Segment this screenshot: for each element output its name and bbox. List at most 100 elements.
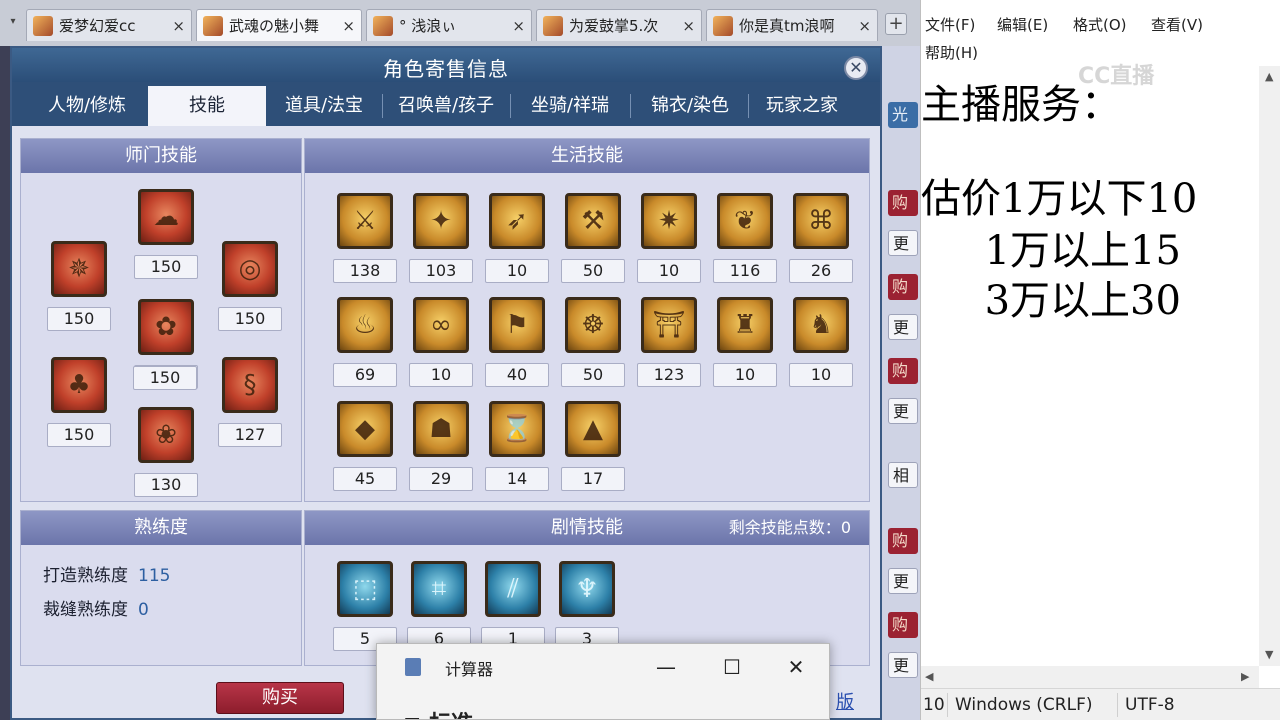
buy-button[interactable]: 购买 bbox=[216, 682, 344, 714]
side-buy-button[interactable]: 购 bbox=[888, 274, 918, 300]
tab-character[interactable]: 人物/修炼 bbox=[22, 86, 152, 126]
skill-level: 26 bbox=[789, 259, 853, 283]
side-more-button[interactable]: 更 bbox=[888, 230, 918, 256]
dialog-title: 角色寄售信息 bbox=[383, 57, 509, 81]
skill-level: 10 bbox=[637, 259, 701, 283]
close-button[interactable]: ✕ bbox=[781, 652, 811, 682]
menu-format[interactable]: 格式(O) bbox=[1073, 14, 1127, 35]
tornado-icon: ☁ bbox=[138, 189, 194, 245]
scroll-down-icon[interactable]: ▼ bbox=[1265, 648, 1273, 661]
maximize-button[interactable]: ☐ bbox=[717, 652, 747, 682]
new-tab-button[interactable]: + bbox=[885, 13, 907, 35]
elephant-icon: ♞ bbox=[793, 297, 849, 353]
side-more-button[interactable]: 更 bbox=[888, 568, 918, 594]
side-buy-button[interactable]: 购 bbox=[888, 528, 918, 554]
panel-body: ⚔ 138 ✦ 103 ➶ 10 ⚒ 50 ✷ 10 ❦ 116 ⌘ 26 ♨ 69 ∞ 10 ⚑… bbox=[305, 173, 869, 501]
armor-icon: ⚔ bbox=[337, 193, 393, 249]
skill-level: 50 bbox=[561, 259, 625, 283]
dragon-icon: § bbox=[222, 357, 278, 413]
skill-level: 14 bbox=[485, 467, 549, 491]
skill-level: 150 bbox=[133, 366, 197, 390]
close-icon[interactable]: ✕ bbox=[844, 56, 868, 80]
notepad-status-bar: 10 Windows (CRLF) UTF-8 bbox=[921, 688, 1280, 720]
horizontal-scrollbar[interactable]: ◀ ▶ bbox=[921, 666, 1259, 688]
notepad-window: 文件(F) 编辑(E) 格式(O) 查看(V) 帮助(H) 主播服务： 估价1万… bbox=[920, 0, 1280, 720]
remaining-value: 0 bbox=[840, 518, 851, 537]
scroll-right-icon[interactable]: ▶ bbox=[1241, 670, 1249, 683]
tab-summons[interactable]: 召唤兽/孩子 bbox=[386, 86, 506, 126]
minimize-button[interactable]: — bbox=[651, 652, 681, 682]
panel-title: 生活技能 bbox=[305, 139, 869, 173]
frame-icon: ⬚ bbox=[337, 561, 393, 617]
browser-tab[interactable]: 你是真tm浪啊 × bbox=[706, 9, 878, 41]
side-more-button[interactable]: 更 bbox=[888, 652, 918, 678]
close-icon[interactable]: × bbox=[172, 17, 185, 35]
text-line: 估价1万以下10 bbox=[921, 176, 1198, 222]
skill-level: 50 bbox=[561, 363, 625, 387]
avatar-icon bbox=[373, 15, 393, 36]
skill-level: 150 bbox=[134, 255, 198, 279]
skill-level: 10 bbox=[409, 363, 473, 387]
status-separator bbox=[1117, 693, 1118, 717]
menu-edit[interactable]: 编辑(E) bbox=[997, 14, 1048, 35]
panel-title: 师门技能 bbox=[21, 139, 301, 173]
browser-tab[interactable]: ° 浅浪ぃ × bbox=[366, 9, 532, 41]
version-link[interactable]: 版 bbox=[836, 688, 854, 714]
tab-skills[interactable]: 技能 bbox=[148, 86, 266, 126]
proficiency-row: 裁缝熟练度 0 bbox=[43, 595, 149, 620]
side-buy-button[interactable]: 购 bbox=[888, 190, 918, 216]
skill-level: 10 bbox=[789, 363, 853, 387]
skill-level: 69 bbox=[333, 363, 397, 387]
remaining-label: 剩余技能点数： bbox=[728, 518, 841, 537]
remaining-skill-points: 剩余技能点数：0 bbox=[729, 511, 851, 545]
close-icon[interactable]: × bbox=[342, 17, 355, 35]
side-button[interactable]: 光 bbox=[888, 102, 918, 128]
dialog-title-bar[interactable]: 角色寄售信息 ✕ bbox=[12, 48, 880, 82]
notepad-text-area[interactable]: 主播服务： 估价1万以下10 1万以上15 3万以上30 bbox=[921, 66, 1259, 666]
tab-player-home[interactable]: 玩家之家 bbox=[752, 86, 852, 126]
calculator-icon bbox=[405, 658, 421, 676]
menu-file[interactable]: 文件(F) bbox=[925, 14, 975, 35]
vertical-scrollbar[interactable]: ▲ ▼ bbox=[1259, 66, 1280, 666]
calculator-mode[interactable]: ≡ 标准 bbox=[403, 706, 473, 719]
status-line-ending: Windows (CRLF) bbox=[955, 695, 1093, 715]
avatar-icon bbox=[543, 15, 563, 36]
side-more-button[interactable]: 更 bbox=[888, 314, 918, 340]
scroll-up-icon[interactable]: ▲ bbox=[1265, 70, 1273, 83]
flame-icon: ♆ bbox=[559, 561, 615, 617]
side-buy-button[interactable]: 购 bbox=[888, 612, 918, 638]
proficiency-value: 0 bbox=[138, 600, 149, 620]
avatar-icon bbox=[203, 15, 223, 36]
browser-tab-active[interactable]: 武魂の魅小舞 × bbox=[196, 9, 362, 41]
panel-body: 打造熟练度 115 裁缝熟练度 0 bbox=[21, 545, 301, 665]
browser-tab[interactable]: 爱梦幻爱cc × bbox=[26, 9, 192, 41]
menu-view[interactable]: 查看(V) bbox=[1151, 14, 1203, 35]
browser-tab[interactable]: 为爱鼓掌5.次 × bbox=[536, 9, 702, 41]
notepad-menu-bar: 文件(F) 编辑(E) 格式(O) 查看(V) 帮助(H) bbox=[921, 0, 1280, 66]
close-icon[interactable]: × bbox=[682, 17, 695, 35]
side-button[interactable]: 相 bbox=[888, 462, 918, 488]
herb-icon: ❦ bbox=[717, 193, 773, 249]
scroll-left-icon[interactable]: ◀ bbox=[925, 670, 933, 683]
tab-list-menu-button[interactable]: ▾ bbox=[6, 16, 20, 34]
funnel-icon: ⌛ bbox=[489, 401, 545, 457]
proficiency-row: 打造熟练度 115 bbox=[43, 561, 170, 586]
skill-level: 10 bbox=[713, 363, 777, 387]
tab-separator bbox=[630, 94, 631, 118]
proficiency-label: 裁缝熟练度 bbox=[43, 600, 128, 620]
side-more-button[interactable]: 更 bbox=[888, 398, 918, 424]
tab-items[interactable]: 道具/法宝 bbox=[272, 86, 376, 126]
panel-body: ✵ 150 ☁ 150 ◎ 150 ♣ 150 ✿ 150 bbox=[21, 173, 301, 501]
calculator-window: 计算器 — ☐ ✕ ≡ 标准 bbox=[376, 643, 830, 720]
weaving-icon: ✦ bbox=[413, 193, 469, 249]
tab-costumes[interactable]: 锦衣/染色 bbox=[634, 86, 746, 126]
sect-skills-panel: 师门技能 ✵ 150 ☁ 150 ◎ 150 ♣ 150 ✿ § 127 ❀ 1… bbox=[20, 138, 302, 502]
skill-level: 150 bbox=[47, 423, 111, 447]
tab-mounts[interactable]: 坐骑/祥瑞 bbox=[514, 86, 626, 126]
close-icon[interactable]: × bbox=[512, 17, 525, 35]
menu-help[interactable]: 帮助(H) bbox=[925, 42, 978, 63]
close-icon[interactable]: × bbox=[858, 17, 871, 35]
skill-level: 17 bbox=[561, 467, 625, 491]
side-buy-button[interactable]: 购 bbox=[888, 358, 918, 384]
browser-tab-label: 为爱鼓掌5.次 bbox=[569, 17, 659, 35]
